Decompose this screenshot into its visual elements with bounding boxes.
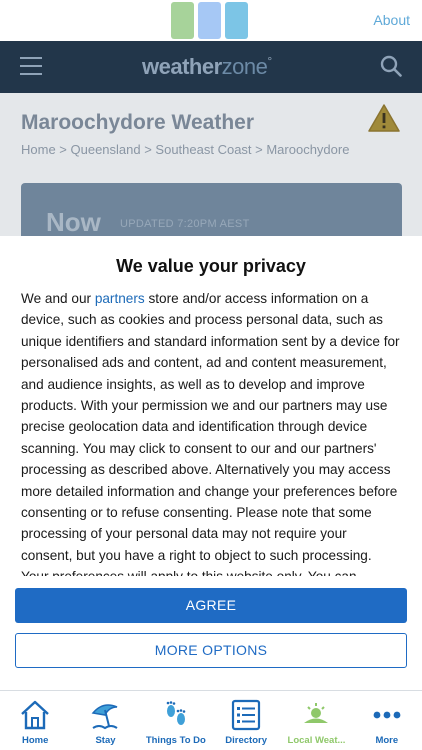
app-top-bar: About [0,0,422,41]
tab-label: More [375,735,399,746]
agree-button[interactable]: AGREE [15,588,407,623]
site-header: weatherzone° [0,41,422,93]
consent-title: We value your privacy [116,256,306,276]
privacy-consent-dialog: We value your privacy We and our partner… [0,236,422,690]
tab-home[interactable]: Home [0,691,70,750]
consent-body-prefix: We and our [21,291,95,306]
tab-label: Things To Do [145,735,206,746]
local-weather-icon [304,703,329,723]
consent-body: We and our partners store and/or access … [21,288,401,576]
tab-label: Local Weat... [287,735,346,746]
consent-body-text: store and/or access information on a dev… [21,291,400,576]
home-icon [21,700,49,730]
site-logo[interactable]: weatherzone° [142,54,272,80]
warning-icon[interactable] [368,103,400,133]
now-label: Now [46,207,101,237]
partners-link[interactable]: partners [95,291,145,306]
hamburger-menu-icon[interactable] [20,57,42,75]
logo-swatch-green [171,2,194,39]
logo-text-zone: zone [221,54,268,79]
tab-more[interactable]: More [352,691,422,750]
footprints-icon [166,701,186,725]
logo-swatch-blue [198,2,221,39]
tab-stay[interactable]: Stay [70,691,140,750]
tab-things-to-do[interactable]: Things To Do [141,691,211,750]
breadcrumb: Home > Queensland > Southeast Coast > Ma… [21,142,350,157]
more-dots-icon [373,711,401,719]
bottom-tab-bar: Home Stay Things To Do Directory Local W… [0,690,422,750]
tab-directory[interactable]: Directory [211,691,281,750]
tab-label: Home [21,735,49,746]
tab-label: Directory [225,735,267,746]
search-icon[interactable] [380,55,402,77]
logo-swatch-cyan [225,2,248,39]
updated-timestamp: UPDATED 7:20PM AEST [120,218,250,230]
beach-umbrella-icon [92,704,119,730]
more-options-button[interactable]: MORE OPTIONS [15,633,407,668]
tab-local-weather[interactable]: Local Weat... [281,691,351,750]
app-logo [171,2,248,39]
directory-list-icon [232,699,261,731]
logo-text-weather: weather [142,54,222,79]
about-link[interactable]: About [373,12,410,28]
tab-label: Stay [95,735,116,746]
page-title: Maroochydore Weather [21,111,254,134]
